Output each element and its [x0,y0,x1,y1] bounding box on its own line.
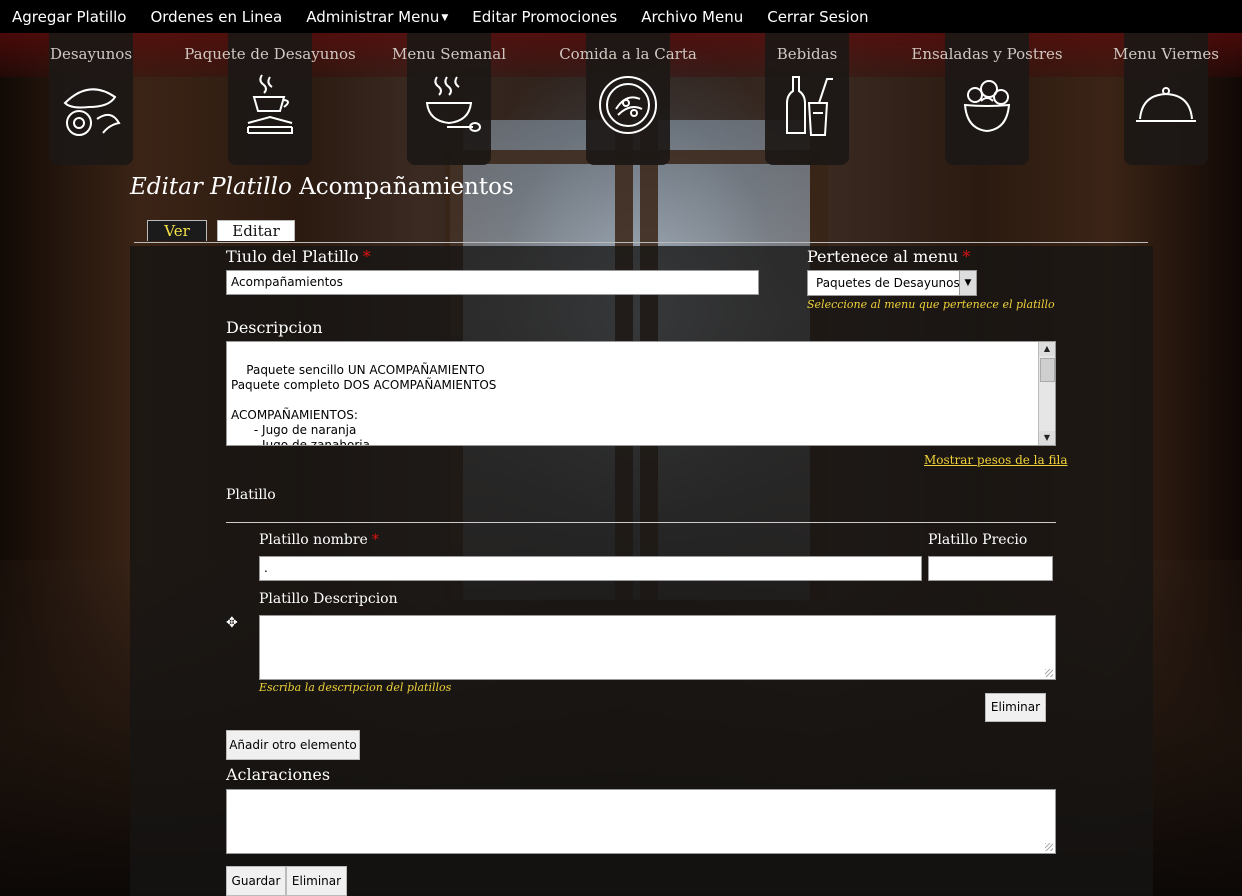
nav-agregar-platillo[interactable]: Agregar Platillo [0,8,138,26]
category-bebidas[interactable]: Bebidas [747,33,867,165]
required-marker: * [371,532,379,548]
scroll-up-icon[interactable]: ▲ [1039,342,1055,356]
category-paquete-de-desayunos[interactable]: Paquete de Desayunos [184,33,356,165]
title-field-label-text: Tiulo del Platillo [226,247,359,266]
category-comida-a-la-carta[interactable]: Comida a la Carta [559,33,697,165]
platillo-name-label: Platillo nombre * [259,532,379,548]
resize-grip-icon[interactable] [1045,669,1053,677]
platillo-desc-label: Platillo Descripcion [259,591,398,607]
platillo-price-input[interactable] [928,556,1053,581]
title-field-label: Tiulo del Platillo * [226,247,371,266]
description-text: Paquete sencillo UN ACOMPAÑAMIENTO Paque… [231,363,497,446]
platillo-name-input[interactable]: . [259,556,922,581]
bread-icon [63,88,121,136]
menu-field-label-text: Pertenece al menu [807,247,959,266]
menu-hint: Seleccione al menu que pertenece el plat… [807,298,1055,311]
nav-administrar-menu-label: Administrar Menu [306,7,440,26]
menu-field-label: Pertenece al menu * [807,247,970,266]
drag-handle-icon[interactable]: ✥ [226,615,238,631]
category-menu-semanal[interactable]: Menu Semanal [389,33,509,165]
divider [226,522,1056,523]
nav-editar-promociones[interactable]: Editar Promociones [460,8,629,26]
description-scrollbar[interactable]: ▲ ▼ [1038,342,1055,445]
notes-textarea[interactable] [226,789,1056,854]
cloche-icon [1136,87,1196,122]
category-label: Menu Viernes [1113,45,1219,63]
nav-archivo-menu[interactable]: Archivo Menu [629,8,755,26]
platillo-price-label: Platillo Precio [928,532,1028,548]
nav-administrar-menu[interactable]: Administrar Menu ▼ [294,8,460,26]
coffee-sandwich-icon [247,74,293,134]
category-menu-viernes[interactable]: Menu Viernes [1106,33,1226,165]
scroll-thumb[interactable] [1040,358,1055,382]
page-title-prefix: Editar Platillo [130,174,292,200]
resize-grip-icon[interactable] [1045,843,1053,851]
page-title-name: Acompañamientos [299,174,514,200]
add-item-button[interactable]: Añadir otro elemento [226,730,360,760]
category-ensaladas-y-postres[interactable]: Ensaladas y Postres [911,33,1063,165]
salad-icon [963,80,1011,133]
platillo-desc-textarea[interactable] [259,615,1056,680]
admin-toolbar: Agregar Platillo Ordenes en Linea Admini… [0,0,1242,33]
tab-ver[interactable]: Ver [147,220,207,241]
category-desayunos[interactable]: Desayunos [31,33,151,165]
description-textarea[interactable]: Paquete sencillo UN ACOMPAÑAMIENTO Paque… [226,341,1056,446]
menu-select[interactable]: Paquetes de Desayunos ▼ [807,270,977,296]
tab-editar[interactable]: Editar [217,220,295,241]
title-input[interactable]: Acompañamientos [226,270,759,295]
platillo-name-label-text: Platillo nombre [259,532,368,548]
edit-form: Tiulo del Platillo * Acompañamientos Pert… [130,246,1153,896]
nav-ordenes-en-linea[interactable]: Ordenes en Linea [138,8,294,26]
plate-icon [599,76,657,134]
drinks-icon [786,76,833,136]
required-marker: * [962,247,971,266]
dropdown-caret-icon: ▼ [441,12,449,23]
platillo-desc-hint: Escriba la descripcion del platillos [259,681,452,694]
menu-select-value: Paquetes de Desayunos [816,276,960,290]
notes-label: Aclaraciones [226,765,331,784]
delete-button[interactable]: Eliminar [286,866,347,896]
show-row-weights-link[interactable]: Mostrar pesos de la fila [924,453,1067,467]
soup-bowl-icon [425,76,481,132]
view-edit-tabs: Ver Editar [134,220,1148,243]
description-label: Descripcion [226,318,323,337]
remove-item-button[interactable]: Eliminar [985,693,1046,722]
category-menu: Desayunos Paquete de Desayunos Menu Sema… [0,33,1242,168]
scroll-down-icon[interactable]: ▼ [1039,431,1055,445]
platillo-section-label: Platillo [226,487,276,503]
chevron-down-icon: ▼ [959,271,976,295]
page-title: Editar Platillo Acompañamientos [130,174,514,200]
nav-cerrar-sesion[interactable]: Cerrar Sesion [755,8,880,26]
required-marker: * [362,247,371,266]
save-button[interactable]: Guardar [226,866,286,896]
